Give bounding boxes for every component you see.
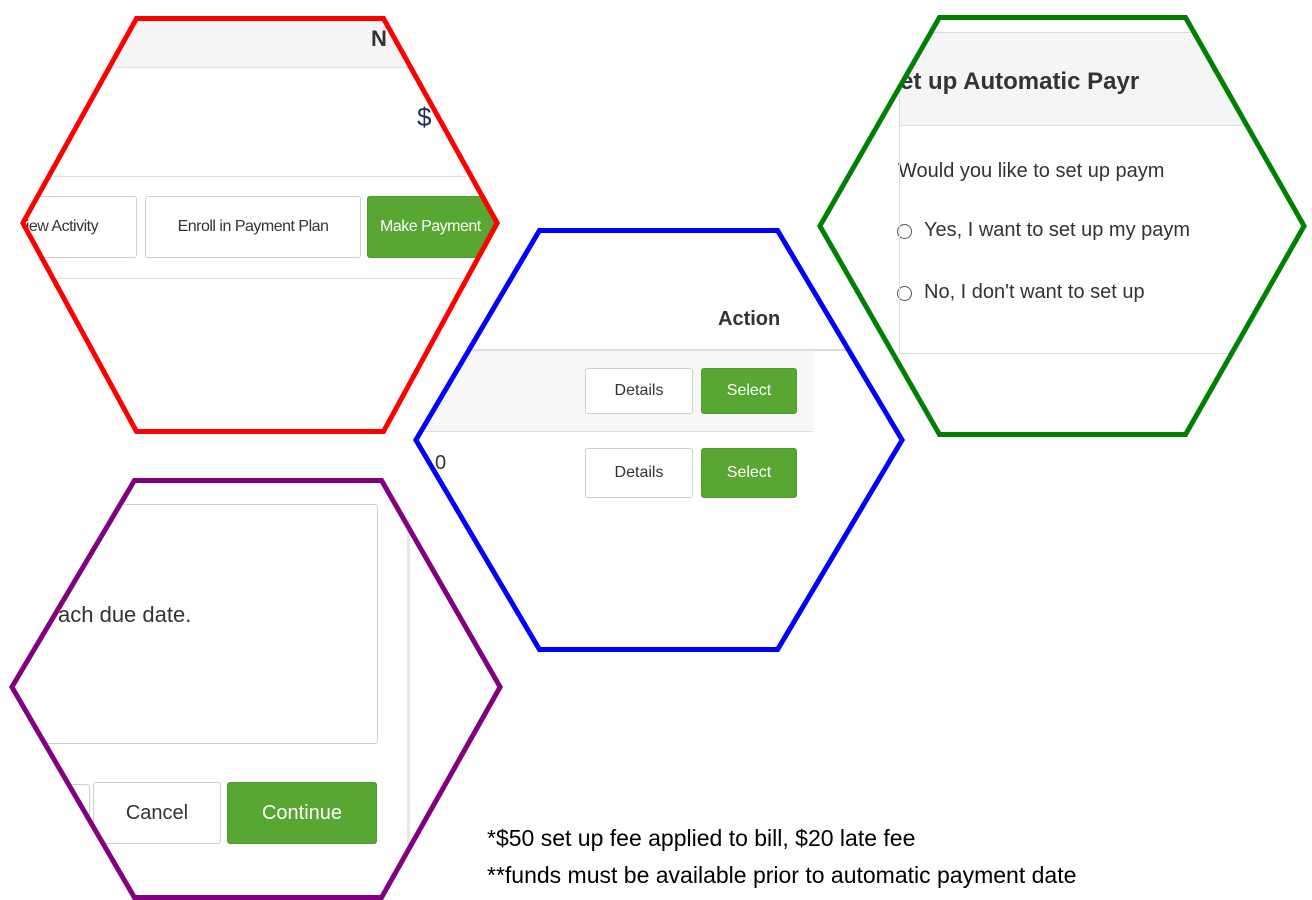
- action-column-header: Action: [718, 308, 781, 330]
- header-fragment: N: [371, 26, 387, 51]
- footnote-funds: **funds must be available prior to autom…: [487, 862, 1077, 888]
- autopay-dialog-panel: et up Automatic Payr Would you like to s…: [817, 15, 1307, 437]
- select-button-row2[interactable]: Select: [701, 448, 797, 498]
- cancel-button[interactable]: Cancel: [93, 782, 221, 844]
- balance-amount: $: [417, 102, 432, 132]
- continue-button[interactable]: Continue: [227, 782, 377, 844]
- details-button-row1[interactable]: Details: [585, 368, 693, 414]
- option-no-label[interactable]: No, I don't want to set up: [924, 281, 1145, 304]
- enroll-payment-plan-button[interactable]: Enroll in Payment Plan: [145, 196, 361, 258]
- divider-top: [20, 176, 500, 177]
- option-yes-label[interactable]: Yes, I want to set up my paym: [924, 219, 1190, 242]
- confirm-dialog-panel: ach due date. Cancel Continue: [9, 478, 503, 900]
- dialog-footer-divider: [900, 353, 1307, 354]
- footnote-fees: *$50 set up fee applied to bill, $20 lat…: [487, 825, 916, 851]
- dialog-title: et up Automatic Payr: [900, 68, 1140, 95]
- row2-fragment: 0: [435, 452, 447, 474]
- autopay-question: Would you like to set up paym: [898, 160, 1165, 182]
- details-button-row2[interactable]: Details: [585, 448, 693, 498]
- back-button-edge[interactable]: [9, 784, 90, 844]
- blue-outline: [413, 228, 905, 652]
- payment-plans-panel: Action Details Select 0 Details Select: [413, 228, 905, 652]
- row-divider: [413, 431, 813, 432]
- select-button-row1[interactable]: Select: [701, 368, 797, 414]
- modal-right-edge: [407, 478, 410, 900]
- message-text: ach due date.: [58, 602, 192, 627]
- account-actions-panel: N $ View Activity Enroll in Payment Plan…: [20, 16, 500, 434]
- divider-bottom: [20, 278, 500, 279]
- dialog-left-border: [899, 32, 900, 354]
- view-activity-button[interactable]: View Activity: [20, 196, 137, 258]
- header-bar: [20, 16, 500, 68]
- make-payment-button[interactable]: Make Payment: [367, 196, 500, 258]
- blue-hexagon-outline: [413, 228, 905, 652]
